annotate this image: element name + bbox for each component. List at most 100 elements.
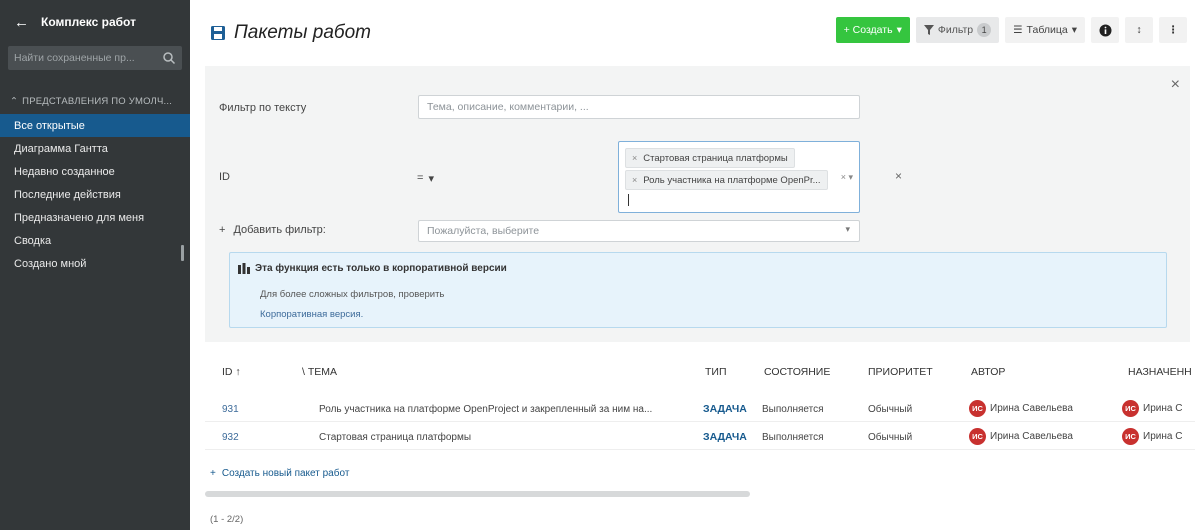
table-row[interactable]: 931 Роль участника на платформе OpenProj… bbox=[205, 396, 1195, 422]
app-root: ← Комплекс работ ⌃ ПРЕДСТАВЛЕНИЯ ПО УМОЛ… bbox=[0, 0, 1195, 530]
add-filter-text: Добавить фильтр: bbox=[233, 224, 326, 236]
fullscreen-button[interactable]: ↕ bbox=[1125, 17, 1153, 43]
more-options-button[interactable]: ⋮ bbox=[1159, 17, 1187, 43]
sidebar-item-label: Создано мной bbox=[14, 257, 87, 270]
sidebar-item-label: Последние действия bbox=[14, 188, 121, 201]
add-filter-select[interactable]: ▾ bbox=[418, 220, 860, 242]
enterprise-link[interactable]: Корпоративная версия. bbox=[260, 309, 363, 320]
remove-tag-icon[interactable]: × bbox=[632, 175, 637, 185]
id-values-select[interactable]: × Стартовая страница платформы × Роль уч… bbox=[618, 141, 860, 213]
sort-asc-icon: ↑ bbox=[235, 366, 241, 378]
view-mode-label: Таблица bbox=[1026, 24, 1068, 36]
column-header-assignee[interactable]: НАЗНАЧЕНН bbox=[1128, 366, 1192, 378]
create-button[interactable]: + Создать ▾ bbox=[835, 17, 910, 43]
search-icon[interactable] bbox=[162, 51, 176, 65]
filter-button[interactable]: Фильтр 1 bbox=[915, 17, 1000, 43]
id-value-tag: × Роль участника на платформе OpenPr... bbox=[625, 170, 828, 190]
column-header-priority[interactable]: ПРИОРИТЕТ bbox=[868, 366, 933, 378]
id-value-label: Роль участника на платформе OpenPr... bbox=[643, 174, 821, 186]
sidebar-item-created-by-me[interactable]: Создано мной bbox=[0, 252, 190, 275]
column-header-type[interactable]: ТИП bbox=[705, 366, 727, 378]
avatar: ИС bbox=[969, 400, 986, 417]
table-row[interactable]: 932 Стартовая страница платформы ЗАДАЧА … bbox=[205, 424, 1195, 450]
row-type[interactable]: ЗАДАЧА bbox=[703, 431, 747, 443]
table-header: ID ↑ \ ТЕМА ТИП СОСТОЯНИЕ ПРИОРИТЕТ АВТО… bbox=[205, 362, 1195, 384]
sidebar-item-recent[interactable]: Недавно созданное bbox=[0, 160, 190, 183]
enterprise-icon bbox=[238, 263, 250, 274]
back-arrow-icon[interactable]: ← bbox=[14, 14, 29, 31]
clear-and-caret-icon[interactable]: × ▾ bbox=[841, 172, 853, 183]
sidebar-item-summary[interactable]: Сводка bbox=[0, 229, 190, 252]
avatar: ИС bbox=[1122, 428, 1139, 445]
fullscreen-icon: ↕ bbox=[1136, 24, 1142, 36]
sidebar-item-label: Диаграмма Гантта bbox=[14, 142, 108, 155]
column-header-id[interactable]: ID ↑ bbox=[222, 366, 241, 378]
row-id[interactable]: 932 bbox=[222, 432, 239, 443]
saved-views-search-input[interactable] bbox=[14, 52, 162, 64]
author-name: Ирина Савельева bbox=[990, 403, 1073, 414]
create-link-label: Создать новый пакет работ bbox=[221, 468, 350, 479]
text-filter-input[interactable] bbox=[418, 95, 860, 119]
create-work-package-link[interactable]: + Создать новый пакет работ bbox=[210, 468, 349, 479]
horizontal-scrollbar[interactable] bbox=[205, 491, 750, 497]
sidebar-item-label: Все открытые bbox=[14, 119, 85, 132]
avatar: ИС bbox=[969, 428, 986, 445]
page-title-text: Пакеты работ bbox=[234, 22, 371, 43]
caret-down-icon: ▾ bbox=[845, 224, 850, 234]
view-mode-button[interactable]: ☰ Таблица ▾ bbox=[1005, 17, 1085, 43]
sidebar-item-all-open[interactable]: Все открытые bbox=[0, 114, 190, 137]
enterprise-description: Для более сложных фильтров, проверить bbox=[260, 289, 445, 300]
row-author[interactable]: ИС Ирина Савельева bbox=[969, 400, 1073, 417]
caret-down-icon: ▾ bbox=[428, 172, 434, 185]
text-filter-label: Фильтр по тексту bbox=[219, 102, 307, 114]
add-filter-input[interactable] bbox=[418, 220, 860, 242]
filter-icon bbox=[923, 25, 934, 35]
row-status[interactable]: Выполняется bbox=[762, 404, 824, 415]
operator-value: = bbox=[417, 172, 424, 184]
row-subject[interactable]: Стартовая страница платформы bbox=[319, 432, 471, 443]
row-id[interactable]: 931 bbox=[222, 404, 239, 415]
close-icon[interactable]: × bbox=[1171, 76, 1180, 94]
row-priority[interactable]: Обычный bbox=[868, 432, 912, 443]
assignee-name: Ирина С bbox=[1143, 431, 1183, 442]
filter-count-badge: 1 bbox=[977, 23, 992, 37]
remove-tag-icon[interactable]: × bbox=[632, 153, 637, 163]
assignee-name: Ирина С bbox=[1143, 403, 1183, 414]
filter-label: Фильтр bbox=[937, 24, 974, 36]
row-status[interactable]: Выполняется bbox=[762, 432, 824, 443]
sidebar-search bbox=[8, 46, 182, 70]
sidebar-section-header[interactable]: ⌃ ПРЕДСТАВЛЕНИЯ ПО УМОЛЧ... bbox=[0, 92, 190, 110]
remove-filter-icon[interactable]: × bbox=[895, 169, 902, 183]
sidebar-title: Комплекс работ bbox=[41, 15, 136, 29]
filter-panel: × Фильтр по тексту ID = ▾ × Стартовая ст… bbox=[205, 66, 1190, 342]
add-filter-label: + Добавить фильтр: bbox=[219, 224, 326, 236]
info-icon bbox=[1099, 24, 1111, 36]
column-header-subject[interactable]: \ ТЕМА bbox=[302, 366, 337, 378]
caret-down-icon: ▾ bbox=[896, 24, 902, 36]
id-operator-select[interactable]: = ▾ bbox=[417, 167, 447, 189]
sidebar-item-assigned-to-me[interactable]: Предназначено для меня bbox=[0, 206, 190, 229]
info-button[interactable] bbox=[1091, 17, 1119, 43]
caret-down-icon: ▾ bbox=[1071, 24, 1077, 36]
sidebar-header: ← Комплекс работ bbox=[0, 0, 190, 44]
avatar: ИС bbox=[1122, 400, 1139, 417]
page-title: Пакеты работ bbox=[210, 22, 371, 44]
save-icon[interactable] bbox=[210, 25, 226, 41]
id-value-label: Стартовая страница платформы bbox=[643, 152, 788, 164]
row-priority[interactable]: Обычный bbox=[868, 404, 912, 415]
id-value-tag: × Стартовая страница платформы bbox=[625, 148, 795, 168]
sidebar-resize-handle[interactable] bbox=[181, 245, 184, 261]
column-header-label: ТЕМА bbox=[307, 366, 338, 378]
row-type[interactable]: ЗАДАЧА bbox=[703, 403, 747, 415]
column-header-author[interactable]: АВТОР bbox=[971, 366, 1005, 378]
text-cursor bbox=[628, 194, 629, 206]
column-header-status[interactable]: СОСТОЯНИЕ bbox=[764, 366, 830, 378]
row-subject[interactable]: Роль участника на платформе OpenProject … bbox=[319, 404, 652, 415]
row-assignee[interactable]: ИС Ирина С bbox=[1122, 400, 1182, 417]
row-assignee[interactable]: ИС Ирина С bbox=[1122, 428, 1182, 445]
sidebar-item-gantt[interactable]: Диаграмма Гантта bbox=[0, 137, 190, 160]
toolbar: + Создать ▾ Фильтр 1 ☰ Таблица ▾ ↕ ⋮ bbox=[835, 17, 1187, 43]
sidebar-item-latest-activity[interactable]: Последние действия bbox=[0, 183, 190, 206]
row-author[interactable]: ИС Ирина Савельева bbox=[969, 428, 1073, 445]
sidebar-section-label: ПРЕДСТАВЛЕНИЯ ПО УМОЛЧ... bbox=[22, 95, 173, 107]
